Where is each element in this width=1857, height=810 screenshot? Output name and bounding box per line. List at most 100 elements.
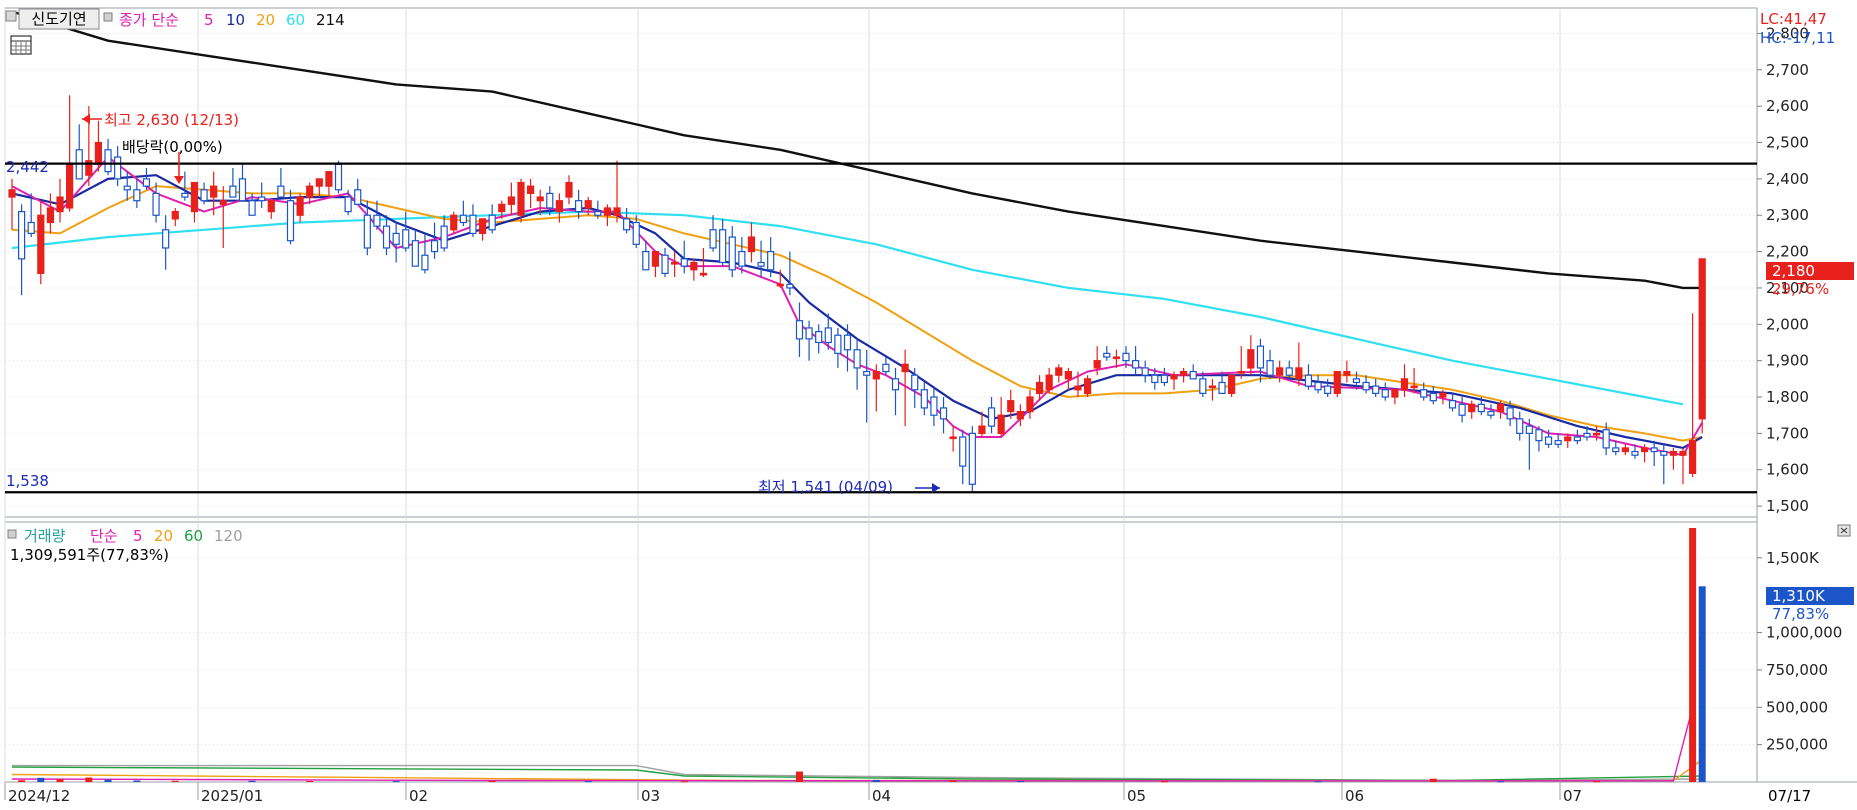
current-volume: 1,309,591주(77,83%)	[10, 546, 169, 564]
candle-body	[450, 214, 458, 231]
volume-bar-down	[1016, 781, 1024, 783]
candle-body	[1669, 450, 1677, 456]
price-tick-label: 2,700	[1766, 61, 1809, 79]
candle-body	[296, 196, 304, 216]
candle-body	[1228, 374, 1236, 394]
ref-low-value: 1,538	[6, 472, 49, 490]
candle-body	[642, 250, 650, 271]
volume-bar-up	[949, 780, 957, 782]
price-tick-label: 2,600	[1766, 97, 1809, 115]
candle-body	[411, 240, 419, 267]
candle-body	[315, 178, 323, 187]
candle-body	[882, 363, 890, 373]
chart-background	[0, 0, 1857, 810]
calendar-icon[interactable]	[10, 35, 32, 55]
candle-body	[1180, 370, 1188, 376]
candle-body	[325, 171, 333, 187]
price-tick-label: 2,500	[1766, 134, 1809, 152]
price-tick-label: 2,200	[1766, 243, 1809, 261]
candle-body	[1679, 450, 1687, 456]
volume-bar-up	[680, 781, 688, 783]
candle-body	[142, 178, 151, 187]
candle-body	[1295, 367, 1303, 380]
candle-body	[517, 181, 525, 216]
chart-canvas: 2,8002,7002,6002,5002,4002,3002,2002,100…	[0, 0, 1857, 810]
legend-toggle-icon[interactable]	[103, 12, 113, 22]
volume-legend-prefix: 단순	[90, 527, 118, 545]
candle-body	[1516, 418, 1524, 434]
candle-body	[1141, 367, 1149, 376]
candle-body	[1112, 356, 1120, 360]
candle-body	[805, 327, 813, 340]
candle-body	[1151, 374, 1159, 384]
ma-legend-10: 10	[226, 11, 245, 29]
close-panel-icon[interactable]	[1837, 524, 1851, 537]
candle-body	[1698, 258, 1706, 420]
candle-body	[949, 436, 957, 440]
candle-body	[1237, 370, 1245, 374]
candle-body	[56, 196, 64, 213]
price-tick-label: 2,400	[1766, 170, 1809, 188]
candle-up	[1333, 370, 1341, 398]
candle-body	[104, 149, 112, 173]
candle-body	[1487, 410, 1495, 416]
candle-body	[1083, 378, 1092, 394]
panel-toggle-icon[interactable]	[5, 10, 17, 22]
date-tick-label: 04	[872, 787, 891, 805]
candle-body	[1525, 425, 1533, 434]
candle-body	[863, 370, 871, 376]
candle-body	[555, 200, 563, 213]
candle-body	[546, 192, 554, 209]
candle-body	[719, 229, 727, 264]
vol-ma-legend-5: 5	[133, 527, 143, 545]
candle-body	[1631, 450, 1639, 456]
candle-body	[853, 349, 861, 369]
candle-body	[843, 334, 852, 351]
volume-bar-up	[306, 780, 314, 782]
candle-body	[1352, 378, 1361, 384]
candle-body	[1035, 381, 1044, 394]
candle-body	[1544, 436, 1553, 445]
candle-body	[1276, 367, 1284, 376]
candle-body	[987, 407, 996, 427]
last-change: 29,76%	[1772, 280, 1829, 298]
ma-legend-20: 20	[256, 11, 275, 29]
candle-body	[190, 181, 199, 213]
date-tick-label: 03	[641, 787, 660, 805]
candle-body	[776, 283, 784, 287]
volume-bar-down	[872, 779, 880, 782]
volume-bar-down	[584, 781, 592, 783]
candle-body	[1410, 385, 1418, 389]
ref-high-value: 2,442	[6, 158, 49, 176]
date-tick-label: 2024/12	[8, 787, 70, 805]
volume-title: 거래량	[24, 527, 66, 545]
candle-body	[536, 196, 544, 202]
candle-body	[1592, 432, 1601, 436]
volume-bar-down	[1314, 781, 1322, 783]
candle-body	[1199, 378, 1207, 394]
volume-bar-up	[488, 780, 496, 782]
high-note: 최고 2,630 (12/13)	[104, 111, 239, 129]
candle-body	[1650, 447, 1658, 453]
candle-body	[1333, 370, 1341, 394]
volume-bar-down	[1698, 586, 1706, 782]
candle-body	[152, 192, 160, 216]
last-volume: 1,310K	[1772, 587, 1826, 605]
candle-body	[1170, 374, 1178, 380]
candle-body	[671, 261, 679, 265]
candle-body	[1640, 447, 1649, 453]
price-legend-prefix: 종가 단순	[119, 11, 179, 29]
candle-body	[8, 189, 16, 198]
volume-bar-down	[1497, 781, 1505, 783]
volume-tick-label: 500,000	[1766, 698, 1828, 716]
candle-body	[402, 229, 410, 249]
candle-body	[786, 283, 794, 289]
candle-body	[575, 200, 583, 213]
candle-body	[1055, 367, 1063, 376]
candle-body	[1400, 378, 1409, 391]
candle-body	[1045, 374, 1053, 391]
volume-toggle-icon[interactable]	[7, 529, 17, 539]
candle-body	[584, 200, 592, 209]
corner-date: 07/17	[1768, 787, 1811, 805]
candle-body	[613, 207, 621, 216]
